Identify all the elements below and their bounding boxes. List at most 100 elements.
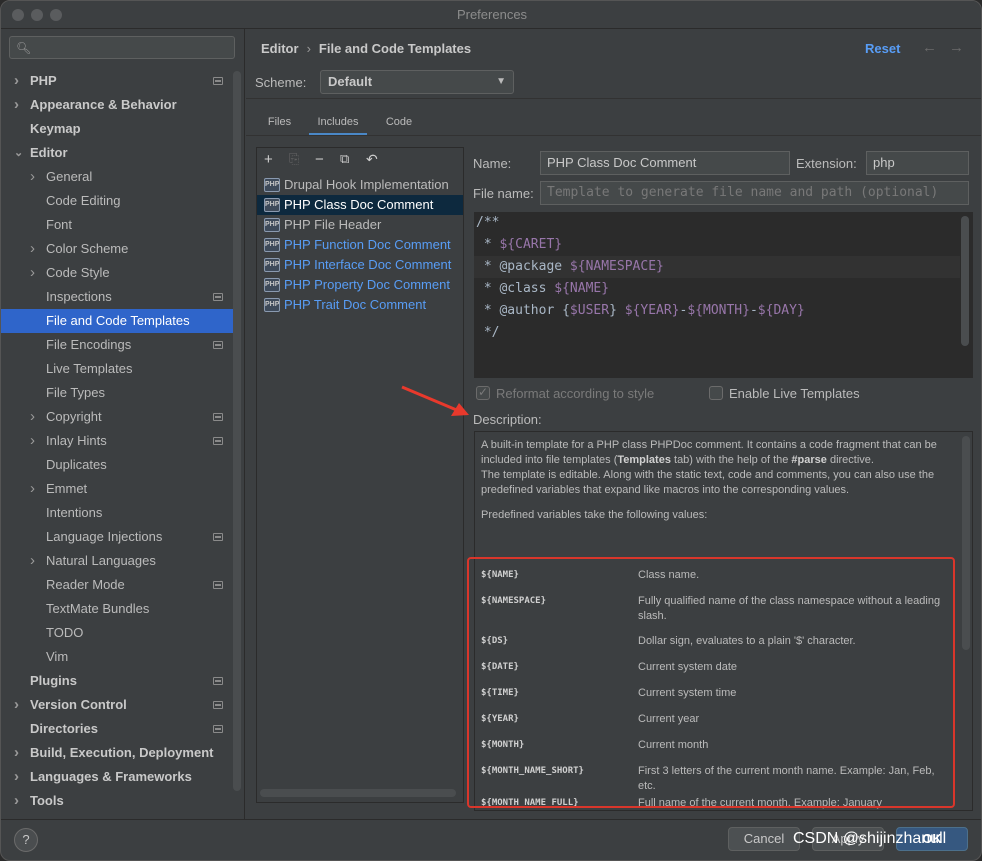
sidebar-item-reader-mode[interactable]: Reader Mode xyxy=(1,573,233,597)
arrow-right-icon[interactable]: → xyxy=(949,39,964,56)
minus-icon[interactable]: − xyxy=(315,151,324,168)
description-scrollbar[interactable] xyxy=(962,436,970,650)
project-settings-icon xyxy=(213,677,223,685)
template-item[interactable]: PHP PHP Property Doc Comment xyxy=(257,275,463,295)
chevron-right-icon[interactable]: › xyxy=(14,93,26,117)
tab-files[interactable]: Files xyxy=(256,109,303,136)
sidebar-item-label: Natural Languages xyxy=(46,553,156,568)
scheme-label: Scheme: xyxy=(255,75,307,90)
chevron-right-icon[interactable]: › xyxy=(30,405,42,429)
template-code-editor[interactable]: /** * ${CARET} * @package ${NAMESPACE} *… xyxy=(474,212,973,378)
sidebar-item-code-style[interactable]: › Code Style xyxy=(1,261,233,285)
arrow-left-icon[interactable]: ← xyxy=(922,39,937,56)
reset-link[interactable]: Reset xyxy=(865,41,900,56)
chevron-right-icon[interactable]: › xyxy=(14,789,26,813)
template-list-scrollbar[interactable] xyxy=(260,789,456,797)
sidebar-item-inspections[interactable]: Inspections xyxy=(1,285,233,309)
template-item[interactable]: PHP PHP File Header xyxy=(257,215,463,235)
sidebar-item-label: File and Code Templates xyxy=(46,313,190,328)
sidebar-item-file-encodings[interactable]: File Encodings xyxy=(1,333,233,357)
sidebar-item-build-execution-deployment[interactable]: › Build, Execution, Deployment xyxy=(1,741,233,765)
main-panel: Editor › File and Code Templates Reset ← →… xyxy=(246,29,981,819)
sidebar-item-languages-frameworks[interactable]: › Languages & Frameworks xyxy=(1,765,233,789)
duplicate-icon[interactable]: ⧉ xyxy=(340,151,349,167)
sidebar-item-label: Version Control xyxy=(30,697,127,712)
variable-description: First 3 letters of the current month nam… xyxy=(638,765,935,792)
chevron-right-icon[interactable]: › xyxy=(14,69,26,93)
chevron-right-icon[interactable]: › xyxy=(30,237,42,261)
undo-icon[interactable]: ↶ xyxy=(366,151,378,168)
php-file-icon: PHP xyxy=(264,278,280,292)
template-item[interactable]: PHP PHP Trait Doc Comment xyxy=(257,295,463,315)
chevron-right-icon[interactable]: › xyxy=(30,429,42,453)
sidebar-item-label: File Types xyxy=(46,385,106,400)
breadcrumb-editor[interactable]: Editor xyxy=(261,41,299,56)
sidebar-scrollbar[interactable] xyxy=(233,71,241,791)
settings-search-input[interactable]: 🔍︎ xyxy=(9,36,235,59)
sidebar-item-label: Inspections xyxy=(46,289,112,304)
chevron-right-icon[interactable]: › xyxy=(14,693,26,717)
cancel-button[interactable]: Cancel xyxy=(728,827,800,851)
filename-field[interactable]: Template to generate file name and path … xyxy=(540,181,969,205)
chevron-right-icon[interactable]: › xyxy=(30,261,42,285)
sidebar-item-font[interactable]: Font xyxy=(1,213,233,237)
template-item[interactable]: PHP PHP Interface Doc Comment xyxy=(257,255,463,275)
sidebar-item-natural-languages[interactable]: › Natural Languages xyxy=(1,549,233,573)
template-item[interactable]: PHP Drupal Hook Implementation xyxy=(257,175,463,195)
template-item[interactable]: PHP PHP Function Doc Comment xyxy=(257,235,463,255)
sidebar-item-live-templates[interactable]: Live Templates xyxy=(1,357,233,381)
sidebar-item-file-types[interactable]: File Types xyxy=(1,381,233,405)
sidebar-item-file-and-code-templates[interactable]: File and Code Templates xyxy=(1,309,233,333)
php-file-icon: PHP xyxy=(264,238,280,252)
code-scrollbar[interactable] xyxy=(961,216,969,346)
sidebar-item-label: Keymap xyxy=(30,121,81,136)
chevron-right-icon[interactable]: › xyxy=(30,549,42,573)
sidebar-item-inlay-hints[interactable]: › Inlay Hints xyxy=(1,429,233,453)
sidebar-item-duplicates[interactable]: Duplicates xyxy=(1,453,233,477)
sidebar-item-color-scheme[interactable]: › Color Scheme xyxy=(1,237,233,261)
sidebar-item-language-injections[interactable]: Language Injections xyxy=(1,525,233,549)
sidebar-item-version-control[interactable]: › Version Control xyxy=(1,693,233,717)
scheme-select[interactable]: Default ▼ xyxy=(320,70,514,94)
copy-template-icon[interactable]: ⎘ xyxy=(289,151,299,167)
sidebar-item-tools[interactable]: › Tools xyxy=(1,789,233,813)
sidebar-item-label: File Encodings xyxy=(46,337,132,352)
chevron-right-icon[interactable]: › xyxy=(14,765,26,789)
help-button[interactable]: ? xyxy=(14,828,38,852)
tab-code[interactable]: Code xyxy=(373,109,425,136)
sidebar-item-plugins[interactable]: Plugins xyxy=(1,669,233,693)
sidebar-item-label: Languages & Frameworks xyxy=(30,769,192,784)
chevron-right-icon[interactable]: › xyxy=(30,165,42,189)
variable-description: Full name of the current month. Example:… xyxy=(638,797,882,809)
sidebar-item-todo[interactable]: TODO xyxy=(1,621,233,645)
extension-field[interactable]: php xyxy=(866,151,969,175)
sidebar-item-directories[interactable]: Directories xyxy=(1,717,233,741)
sidebar-item-keymap[interactable]: Keymap xyxy=(1,117,233,141)
sidebar-item-copyright[interactable]: › Copyright xyxy=(1,405,233,429)
template-item[interactable]: PHP PHP Class Doc Comment xyxy=(257,195,463,215)
sidebar-item-intentions[interactable]: Intentions xyxy=(1,501,233,525)
plus-icon[interactable]: + xyxy=(264,151,273,168)
chevron-right-icon[interactable]: › xyxy=(14,741,26,765)
project-settings-icon xyxy=(213,581,223,589)
chevron-right-icon[interactable]: › xyxy=(30,477,42,501)
code-line-3: * @package ${NAMESPACE} xyxy=(476,259,664,274)
sidebar-item-textmate-bundles[interactable]: TextMate Bundles xyxy=(1,597,233,621)
template-name-field[interactable]: PHP Class Doc Comment xyxy=(540,151,790,175)
variable-name: ${MONTH} xyxy=(481,740,525,750)
sidebar-item-appearance-behavior[interactable]: › Appearance & Behavior xyxy=(1,93,233,117)
sidebar-item-label: Intentions xyxy=(46,505,103,520)
sidebar-item-code-editing[interactable]: Code Editing xyxy=(1,189,233,213)
sidebar-item-php[interactable]: › PHP xyxy=(1,69,233,93)
live-templates-checkbox[interactable] xyxy=(709,386,723,400)
tab-includes[interactable]: Includes xyxy=(309,109,367,136)
sidebar-item-vim[interactable]: Vim xyxy=(1,645,233,669)
sidebar-item-label: Code Editing xyxy=(46,193,121,208)
sidebar-item-label: Reader Mode xyxy=(46,577,125,592)
sidebar-item-emmet[interactable]: › Emmet xyxy=(1,477,233,501)
sidebar-item-general[interactable]: › General xyxy=(1,165,233,189)
sidebar-item-editor[interactable]: ⌄ Editor xyxy=(1,141,233,165)
variable-name: ${NAME} xyxy=(481,570,519,580)
sidebar-item-label: Editor xyxy=(30,145,68,160)
chevron-down-icon[interactable]: ⌄ xyxy=(14,141,26,165)
